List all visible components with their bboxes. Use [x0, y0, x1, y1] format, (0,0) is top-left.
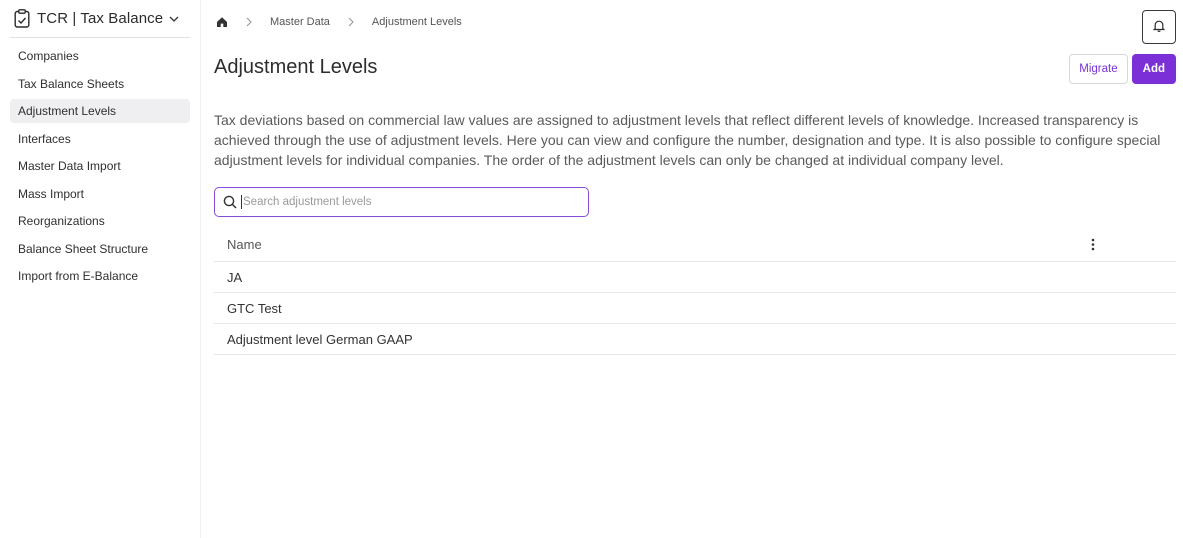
cell-name: Adjustment level German GAAP	[227, 331, 413, 347]
clipboard-icon	[14, 9, 32, 29]
table-row[interactable]: GTC Test	[214, 293, 1176, 324]
page-title: Adjustment Levels	[214, 56, 378, 78]
search-icon	[223, 195, 237, 209]
chevron-down-icon	[169, 14, 179, 24]
search-input[interactable]	[243, 189, 588, 215]
app-title: TCR | Tax Balance	[37, 10, 164, 27]
page-description: Tax deviations based on commercial law v…	[214, 112, 1161, 168]
sidebar-item-companies[interactable]: Companies	[10, 44, 190, 68]
adjustment-levels-table: Name JA GTC Test Adjustment level German…	[214, 228, 1176, 355]
text-cursor	[241, 195, 242, 209]
chevron-right-icon	[348, 17, 356, 27]
table-row[interactable]: Adjustment level German GAAP	[214, 324, 1176, 355]
cell-name: JA	[227, 269, 243, 285]
sidebar-item-tax-balance-sheets[interactable]: Tax Balance Sheets	[10, 72, 190, 96]
home-icon[interactable]	[216, 16, 228, 28]
sidebar-item-mass-import[interactable]: Mass Import	[10, 182, 190, 206]
breadcrumb: Master Data Adjustment Levels	[216, 16, 462, 28]
page-header: Adjustment Levels Migrate Add	[214, 48, 1176, 94]
search-box[interactable]	[214, 187, 589, 217]
migrate-button[interactable]: Migrate	[1069, 54, 1128, 84]
sidebar-item-balance-sheet-structure[interactable]: Balance Sheet Structure	[10, 237, 190, 261]
column-header-name[interactable]: Name	[227, 237, 262, 252]
sidebar-item-import-from-e-balance[interactable]: Import from E-Balance	[10, 264, 190, 288]
app-switcher[interactable]: TCR | Tax Balance	[10, 0, 190, 38]
table-row[interactable]: JA	[214, 262, 1176, 293]
cell-name: GTC Test	[227, 300, 282, 316]
chevron-right-icon	[246, 17, 254, 27]
more-options-icon[interactable]	[1087, 238, 1099, 252]
main-content: Master Data Adjustment Levels Adjustment…	[201, 0, 1183, 538]
sidebar-item-reorganizations[interactable]: Reorganizations	[10, 209, 190, 233]
sidebar-item-master-data-import[interactable]: Master Data Import	[10, 154, 190, 178]
table-header: Name	[214, 228, 1176, 262]
sidebar-item-interfaces[interactable]: Interfaces	[10, 127, 190, 151]
sidebar-item-adjustment-levels[interactable]: Adjustment Levels	[10, 99, 190, 123]
header-actions: Migrate Add	[1069, 54, 1176, 84]
notification-button[interactable]	[1142, 10, 1176, 44]
bell-icon	[1152, 19, 1166, 35]
sidebar-nav: Companies Tax Balance Sheets Adjustment …	[10, 44, 190, 288]
add-button[interactable]: Add	[1131, 54, 1176, 84]
breadcrumb-master-data[interactable]: Master Data	[270, 16, 330, 28]
topbar: Master Data Adjustment Levels	[214, 0, 1176, 48]
sidebar: TCR | Tax Balance Companies Tax Balance …	[0, 0, 201, 538]
app-shell: TCR | Tax Balance Companies Tax Balance …	[0, 0, 1183, 538]
breadcrumb-adjustment-levels[interactable]: Adjustment Levels	[372, 16, 462, 28]
